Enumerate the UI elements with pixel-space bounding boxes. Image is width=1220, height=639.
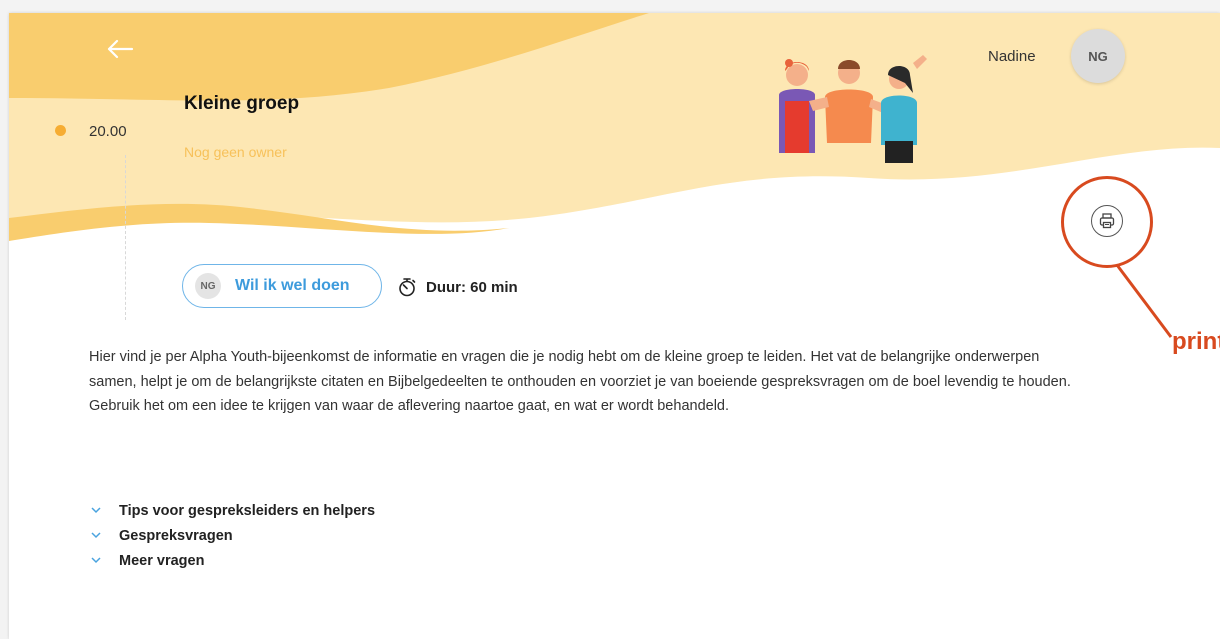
printer-icon: [1099, 213, 1115, 229]
accordion-label: Gespreksvragen: [119, 527, 233, 544]
chevron-down-icon: [91, 556, 101, 563]
user-name: Nadine: [988, 48, 1036, 65]
chevron-down-icon: [91, 531, 101, 538]
back-arrow-icon[interactable]: [105, 37, 135, 61]
page-title: Kleine groep: [184, 93, 300, 114]
participation-label: Wil ik wel doen: [235, 277, 350, 294]
timeline-dot: [55, 125, 66, 136]
timeline-line: [125, 155, 126, 320]
participation-toggle[interactable]: NG Wil ik wel doen: [182, 264, 382, 308]
accordion-label: Tips voor gespreksleiders en helpers: [119, 502, 376, 519]
accordion: Tips voor gespreksleiders en helpers Ges…: [89, 498, 375, 573]
annotation-label: printl: [1172, 328, 1220, 355]
description-text: Hier vind je per Alpha Youth-bijeenkomst…: [89, 349, 1071, 414]
session-time: 20.00: [89, 123, 127, 140]
session-card: 20.00 Kleine groep Nog geen owner Nadine…: [9, 13, 1220, 639]
pill-avatar: NG: [195, 273, 221, 299]
group-illustration: [779, 55, 927, 163]
duration-label: Duur: 60 min: [426, 278, 518, 296]
owner-status: Nog geen owner: [184, 144, 287, 160]
user-avatar[interactable]: NG: [1071, 29, 1125, 83]
stopwatch-icon: [399, 278, 416, 297]
print-button[interactable]: [1091, 205, 1123, 237]
accordion-label: Meer vragen: [119, 552, 205, 569]
accordion-item-tips[interactable]: Tips voor gespreksleiders en helpers: [89, 498, 375, 523]
chevron-down-icon: [91, 506, 101, 513]
duration-info: Duur: 60 min: [398, 277, 518, 297]
accordion-item-gespreksvragen[interactable]: Gespreksvragen: [89, 523, 375, 548]
hero-background: [9, 13, 1220, 241]
accordion-item-meer-vragen[interactable]: Meer vragen: [89, 548, 375, 573]
